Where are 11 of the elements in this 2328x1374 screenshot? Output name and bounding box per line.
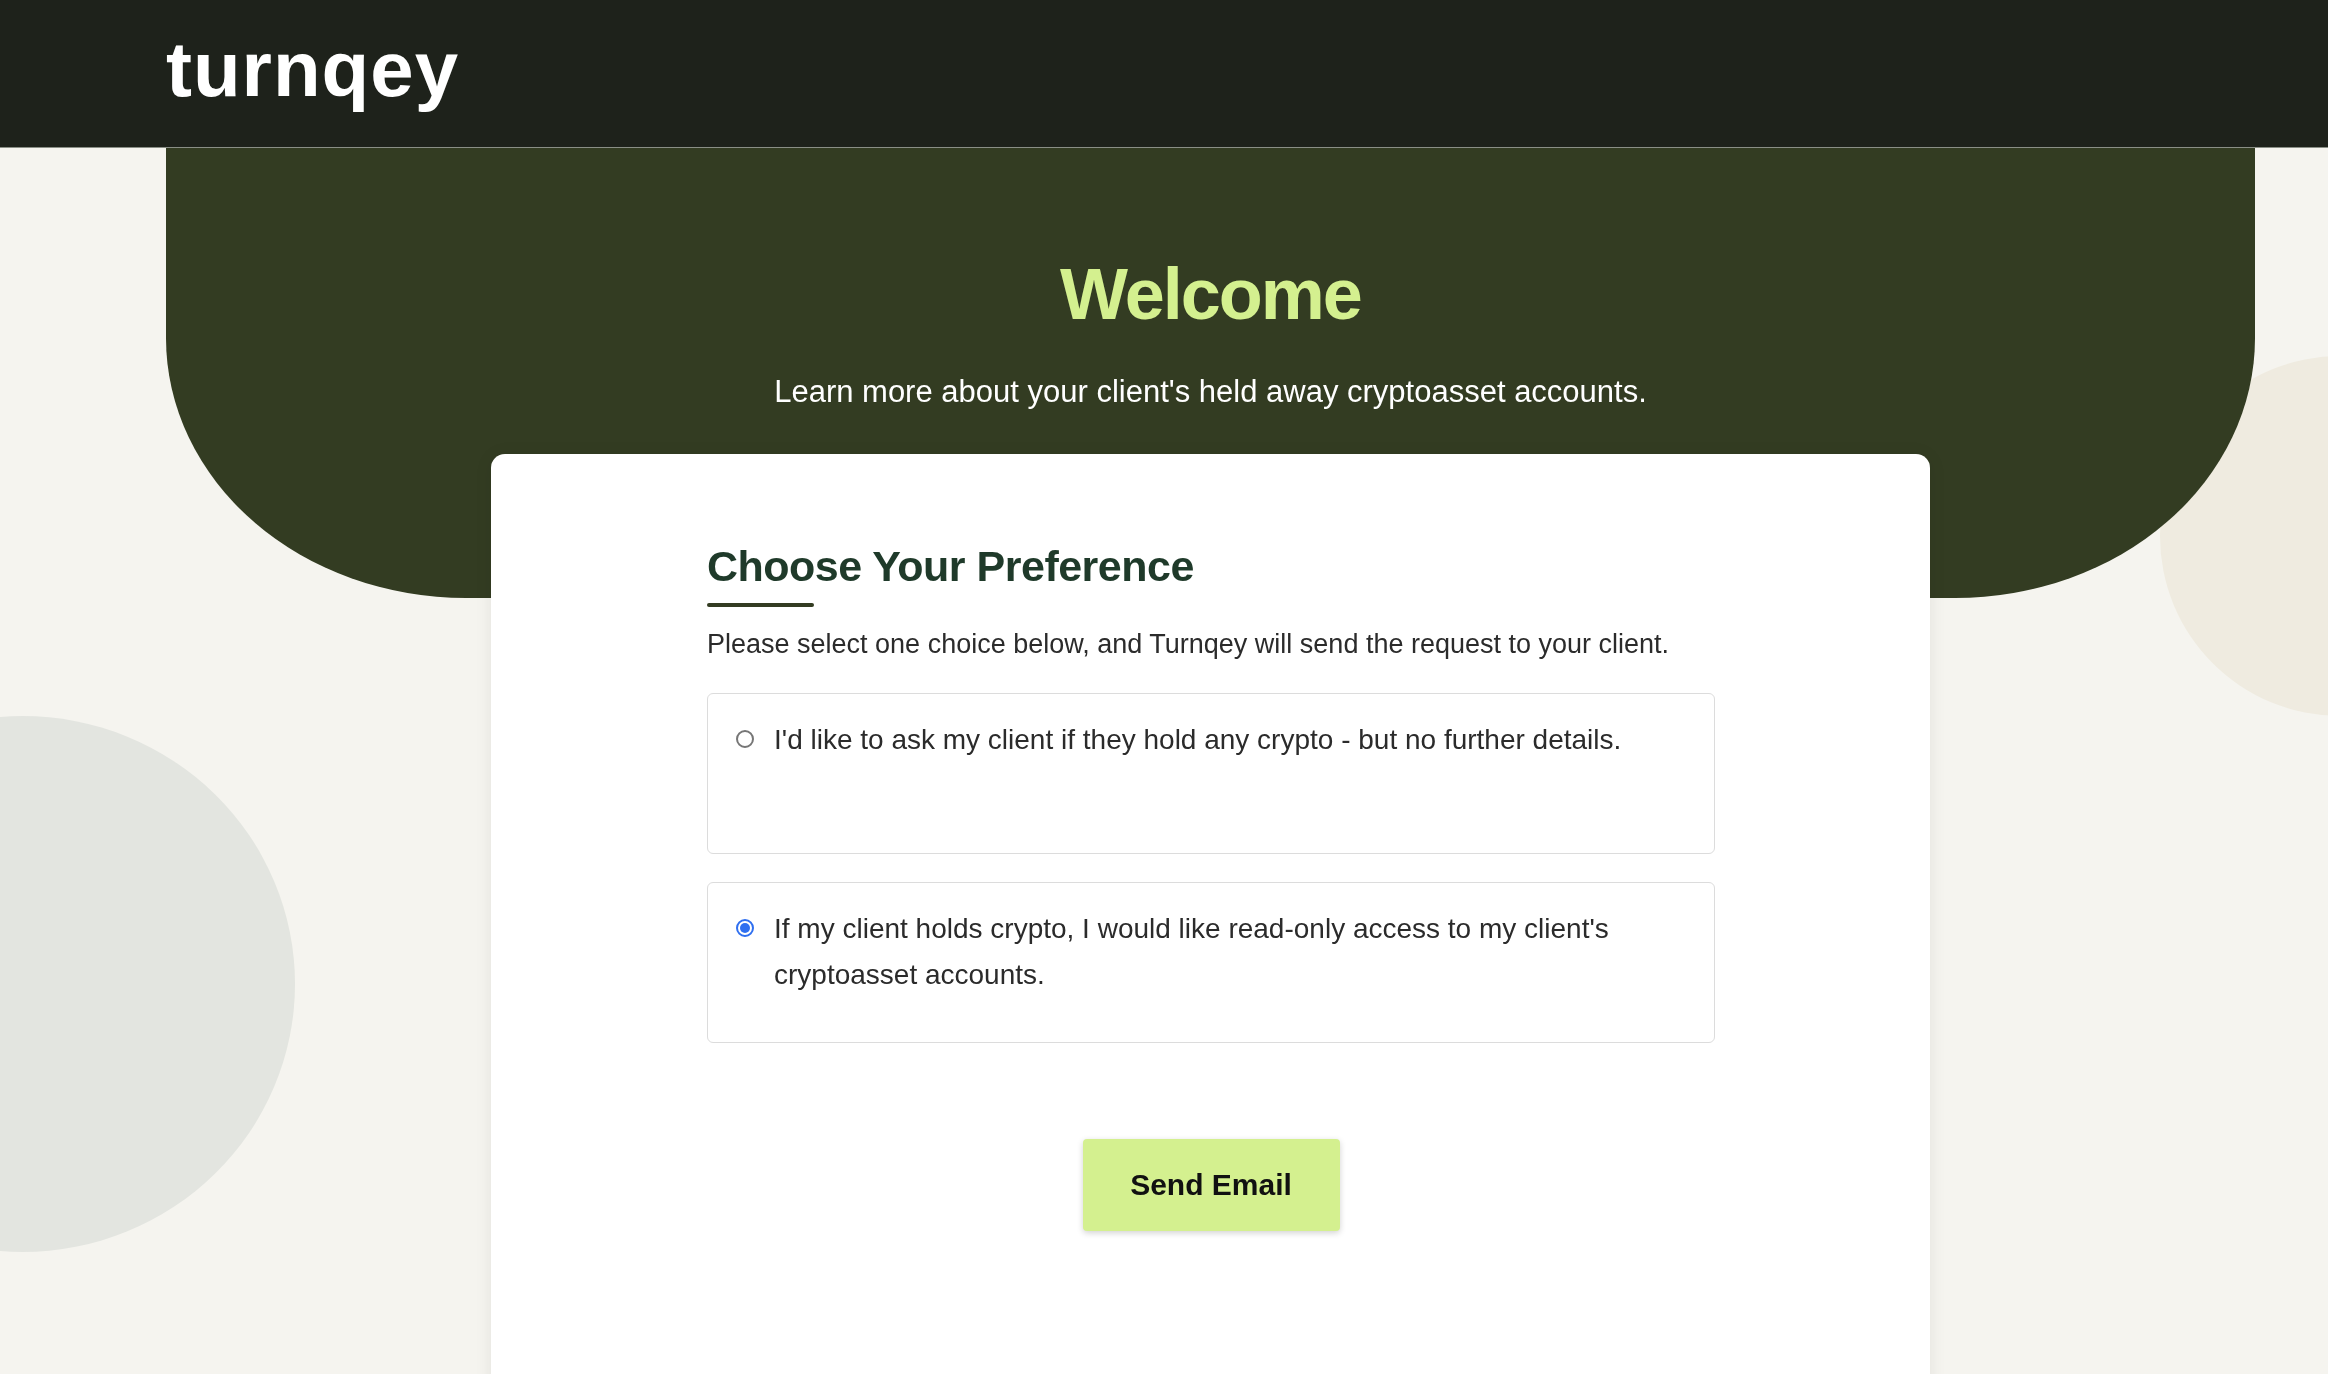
radio-button[interactable] xyxy=(736,919,754,937)
send-email-button[interactable]: Send Email xyxy=(1082,1139,1340,1231)
option-card[interactable]: If my client holds crypto, I would like read-only access to my client's cryptoasset accounts. xyxy=(707,882,1715,1043)
welcome-title: Welcome xyxy=(1060,258,1361,330)
section-heading: Choose Your Preference xyxy=(707,542,1195,591)
banner-subtitle: Learn more about your client's held away cryptoasset accounts. xyxy=(774,374,1647,410)
option-card[interactable]: I'd like to ask my client if they hold any crypto - but no further details. xyxy=(707,693,1715,854)
radio-button[interactable] xyxy=(736,730,754,748)
instructions-text: Please select one choice below, and Turnqey will send the request to your client. xyxy=(707,628,1671,661)
option-label: If my client holds crypto, I would like read-only access to my client's cryptoasset accounts. xyxy=(774,912,1610,992)
option-label: I'd like to ask my client if they hold any crypto - but no further details. xyxy=(774,723,1622,757)
